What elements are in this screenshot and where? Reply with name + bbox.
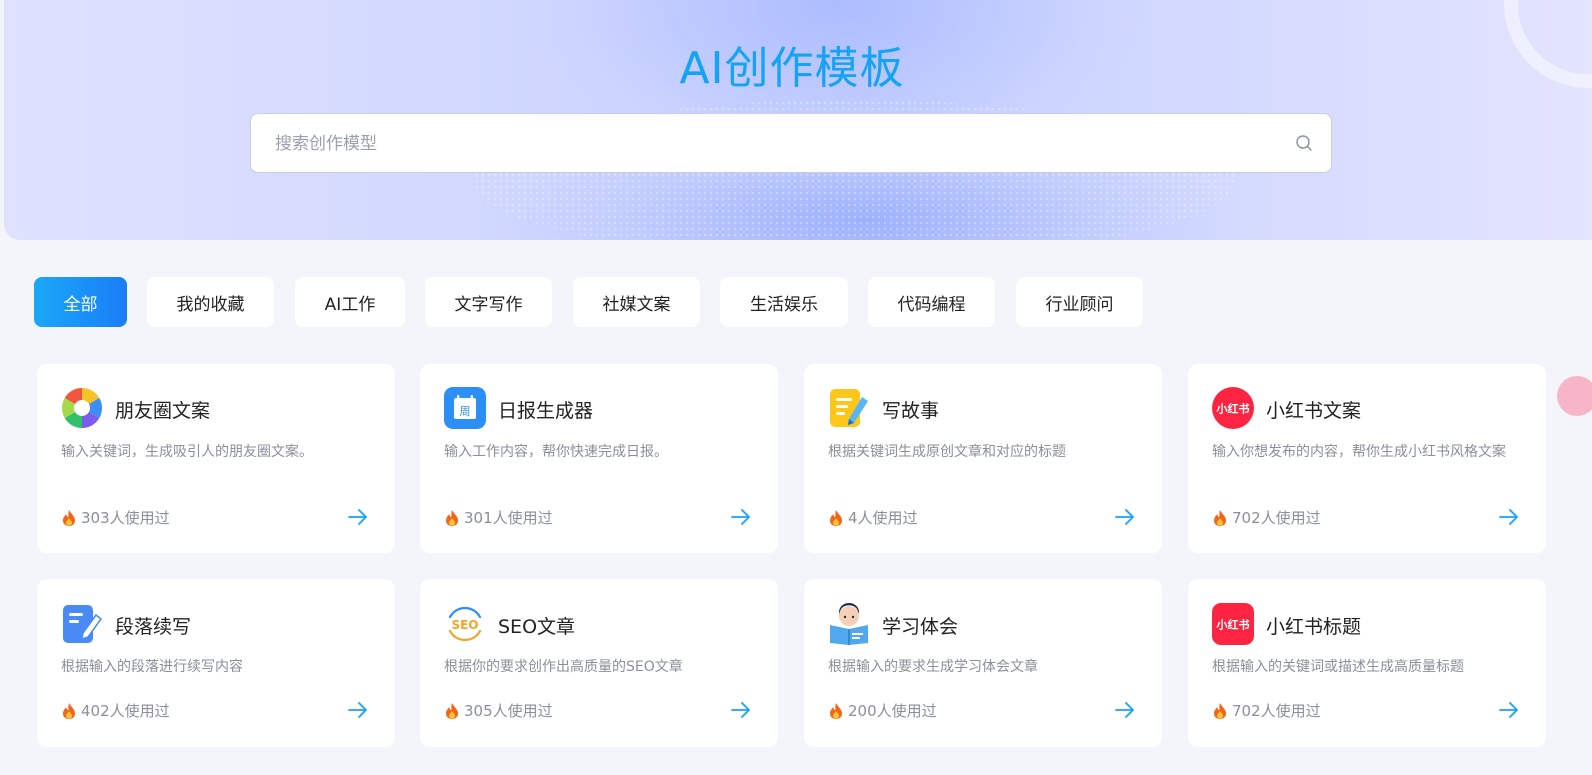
usage-count: 702人使用过 xyxy=(1212,507,1321,528)
tab-coding[interactable]: 代码编程 xyxy=(868,277,995,327)
svg-text:SEO: SEO xyxy=(451,618,478,632)
arrow-right-icon[interactable] xyxy=(1498,508,1520,526)
template-card[interactable]: SEO SEO文章 根据你的要求创作出高质量的SEO文章 305人使用过 xyxy=(420,579,778,747)
calendar-icon: 周 xyxy=(444,387,486,429)
usage-text: 305人使用过 xyxy=(464,702,553,720)
template-card[interactable]: 小红书 小红书标题 根据输入的关键词或描述生成高质量标题 702人使用过 xyxy=(1188,579,1546,747)
fire-icon xyxy=(1214,509,1226,526)
seo-icon: SEO xyxy=(448,606,482,642)
arrow-right-icon[interactable] xyxy=(730,701,752,719)
fire-icon xyxy=(830,509,842,526)
card-description: 根据输入的段落进行续写内容 xyxy=(61,659,243,675)
page-title: AI创作模板 xyxy=(679,43,905,94)
fire-icon xyxy=(446,702,458,719)
usage-count: 301人使用过 xyxy=(444,507,553,528)
card-title: 学习体会 xyxy=(882,616,959,638)
usage-text: 402人使用过 xyxy=(81,702,170,720)
svg-text:周: 周 xyxy=(460,405,471,418)
card-title: 小红书标题 xyxy=(1266,616,1362,638)
card-description: 根据你的要求创作出高质量的SEO文章 xyxy=(444,659,683,675)
usage-count: 305人使用过 xyxy=(444,700,553,721)
fire-icon xyxy=(63,702,75,719)
usage-count: 303人使用过 xyxy=(61,507,170,528)
search-bar[interactable] xyxy=(250,113,1332,174)
tab-favorites[interactable]: 我的收藏 xyxy=(147,277,274,327)
fire-icon xyxy=(830,702,842,719)
usage-count: 4人使用过 xyxy=(828,507,918,528)
svg-text:小红书: 小红书 xyxy=(1216,618,1250,632)
card-description: 根据输入的要求生成学习体会文章 xyxy=(828,659,1038,675)
tab-industry-advisor[interactable]: 行业顾问 xyxy=(1016,277,1143,327)
tab-social-media[interactable]: 社媒文案 xyxy=(573,277,700,327)
arrow-right-icon[interactable] xyxy=(347,701,369,719)
student-reading-icon xyxy=(830,603,868,645)
template-card[interactable]: 学习体会 根据输入的要求生成学习体会文章 200人使用过 xyxy=(804,579,1162,747)
usage-count: 702人使用过 xyxy=(1212,700,1321,721)
tab-lifestyle[interactable]: 生活娱乐 xyxy=(720,277,848,327)
card-description: 根据输入的关键词或描述生成高质量标题 xyxy=(1212,659,1464,675)
usage-text: 303人使用过 xyxy=(81,509,170,527)
template-card[interactable]: 写故事 根据关键词生成原创文章和对应的标题 4人使用过 xyxy=(804,364,1162,553)
xiaohongshu-icon: 小红书 xyxy=(1212,603,1254,645)
usage-text: 702人使用过 xyxy=(1232,509,1321,527)
tab-writing[interactable]: 文字写作 xyxy=(425,277,552,327)
fire-icon xyxy=(446,509,458,526)
usage-text: 301人使用过 xyxy=(464,509,553,527)
template-card[interactable]: 小红书 小红书文案 输入你想发布的内容，帮你生成小红书风格文案 702人使用过 xyxy=(1188,364,1546,553)
notepad-pencil-icon xyxy=(830,389,868,427)
svg-text:小红书: 小红书 xyxy=(1216,402,1250,416)
usage-count: 200人使用过 xyxy=(828,700,937,721)
usage-text: 200人使用过 xyxy=(848,702,937,720)
arrow-right-icon[interactable] xyxy=(1498,701,1520,719)
card-description: 输入你想发布的内容，帮你生成小红书风格文案 xyxy=(1212,444,1506,460)
camera-aperture-icon xyxy=(62,388,102,428)
page: AI创作模板 全部 我的收藏 AI工作 文字写作 社媒文案 生活娱乐 代码编程 … xyxy=(0,0,1592,775)
usage-count: 402人使用过 xyxy=(61,700,170,721)
card-description: 输入工作内容，帮你快速完成日报。 xyxy=(444,444,668,460)
card-title: 小红书文案 xyxy=(1266,400,1362,422)
usage-text: 4人使用过 xyxy=(848,509,918,527)
card-title: SEO文章 xyxy=(498,616,576,638)
card-description: 输入关键词，生成吸引人的朋友圈文案。 xyxy=(61,444,313,460)
fire-icon xyxy=(63,509,75,526)
xiaohongshu-icon: 小红书 xyxy=(1212,387,1254,429)
tab-ai-work[interactable]: AI工作 xyxy=(295,277,405,327)
usage-text: 702人使用过 xyxy=(1232,702,1321,720)
template-card[interactable]: 周 日报生成器 输入工作内容，帮你快速完成日报。 301人使用过 xyxy=(420,364,778,553)
card-title: 日报生成器 xyxy=(498,400,594,422)
card-title: 朋友圈文案 xyxy=(115,400,211,422)
tab-all[interactable]: 全部 xyxy=(34,277,127,327)
floating-assistant-button[interactable] xyxy=(1557,376,1592,416)
template-card[interactable]: 朋友圈文案 输入关键词，生成吸引人的朋友圈文案。 303人使用过 xyxy=(37,364,395,553)
fire-icon xyxy=(1214,702,1226,719)
document-pen-icon xyxy=(63,605,103,643)
search-icon[interactable] xyxy=(1295,134,1313,152)
arrow-right-icon[interactable] xyxy=(1114,508,1136,526)
arrow-right-icon[interactable] xyxy=(347,508,369,526)
card-description: 根据关键词生成原创文章和对应的标题 xyxy=(828,444,1066,460)
arrow-right-icon[interactable] xyxy=(730,508,752,526)
template-card[interactable]: 段落续写 根据输入的段落进行续写内容 402人使用过 xyxy=(37,579,395,747)
arrow-right-icon[interactable] xyxy=(1114,701,1136,719)
card-title: 写故事 xyxy=(882,400,940,422)
search-input[interactable] xyxy=(273,114,1277,174)
card-title: 段落续写 xyxy=(115,616,192,638)
